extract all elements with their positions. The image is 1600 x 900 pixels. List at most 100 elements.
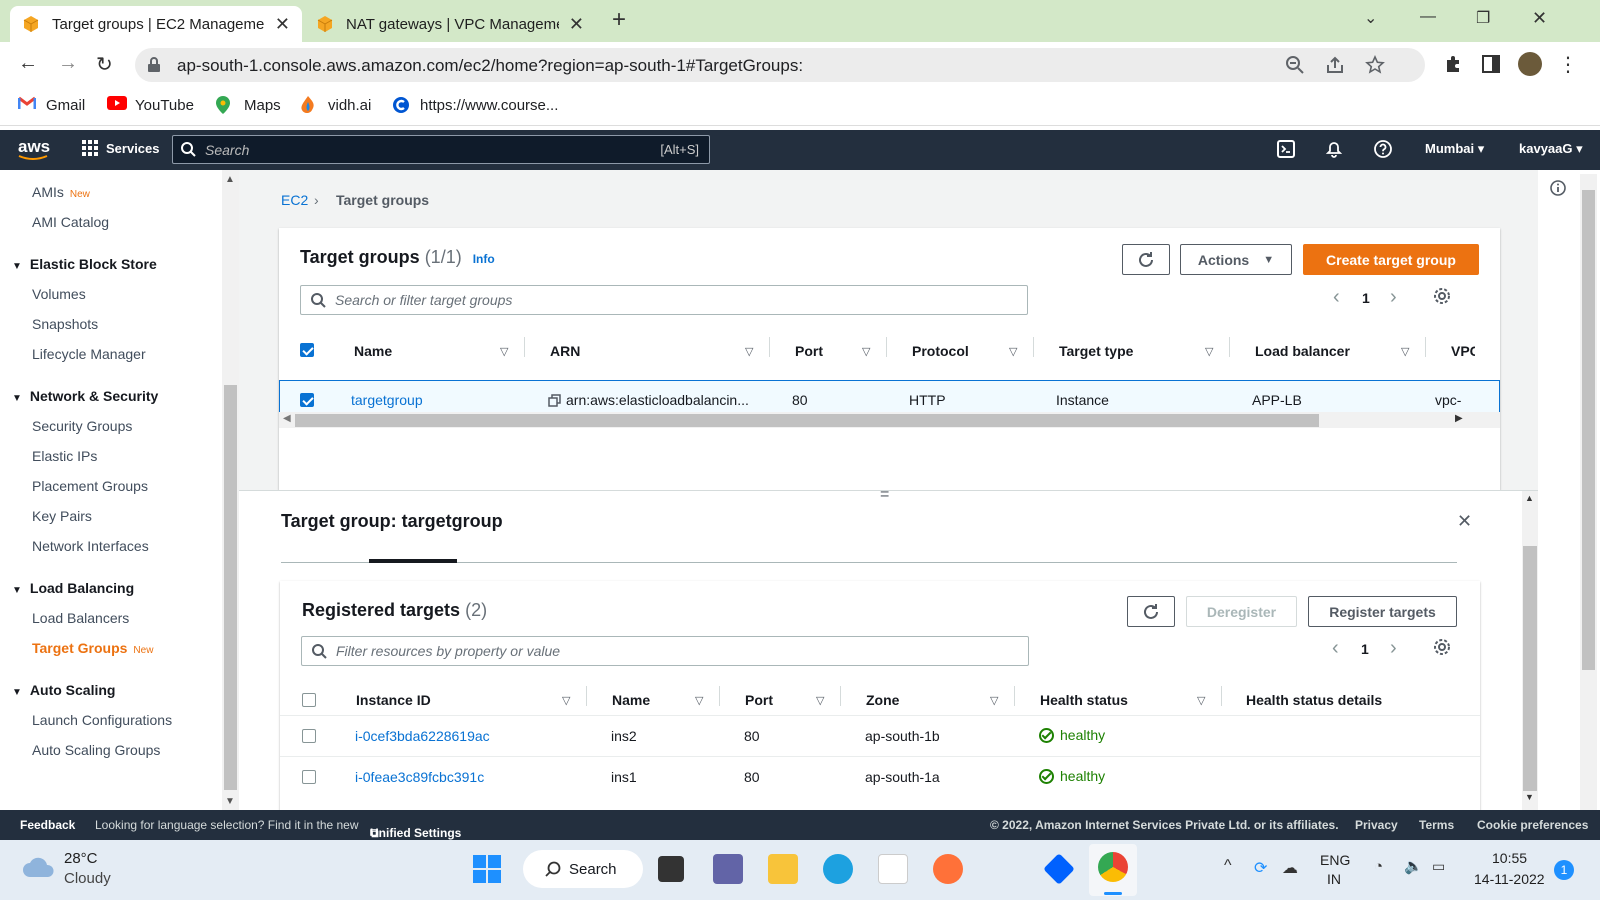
column-divider[interactable] bbox=[886, 337, 887, 357]
clock-time[interactable]: 10:55 bbox=[1492, 850, 1527, 866]
sidebar-item-target-groups[interactable]: Target Groups New bbox=[32, 640, 153, 656]
column-header-target-type[interactable]: Target type bbox=[1059, 343, 1133, 359]
terms-link[interactable]: Terms bbox=[1419, 818, 1454, 832]
close-tab-icon[interactable]: ✕ bbox=[275, 14, 290, 35]
sidebar-item-ami-catalog[interactable]: AMI Catalog bbox=[32, 214, 109, 230]
column-divider[interactable] bbox=[1221, 686, 1222, 706]
firefox-icon[interactable] bbox=[933, 854, 963, 884]
prev-page-icon[interactable]: ‹ bbox=[1333, 286, 1340, 309]
sort-icon[interactable]: ▽ bbox=[695, 694, 703, 707]
amazon-icon[interactable] bbox=[878, 854, 908, 884]
sort-icon[interactable]: ▽ bbox=[1401, 345, 1409, 358]
zoom-icon[interactable] bbox=[1285, 55, 1305, 75]
teams-icon[interactable] bbox=[713, 854, 743, 884]
tab-nat-gateways[interactable]: NAT gateways | VPC Management Console ✕ bbox=[304, 6, 596, 42]
volume-icon[interactable]: 🔈 bbox=[1404, 857, 1423, 875]
column-header-name[interactable]: Name bbox=[354, 343, 392, 359]
scroll-left-icon[interactable]: ◀ bbox=[283, 413, 291, 424]
column-divider[interactable] bbox=[840, 686, 841, 706]
split-panel-scrollbar[interactable]: ▲ ▼ bbox=[1522, 491, 1538, 811]
row-checkbox[interactable] bbox=[302, 770, 316, 784]
address-bar[interactable]: ap-south-1.console.aws.amazon.com/ec2/ho… bbox=[135, 48, 1425, 82]
sidebar-section-ebs[interactable]: ▼ Elastic Block Store bbox=[12, 256, 157, 272]
column-header-vpc[interactable]: VPC bbox=[1451, 343, 1475, 359]
column-divider[interactable] bbox=[524, 337, 525, 357]
dropbox-icon[interactable] bbox=[1043, 853, 1075, 885]
weather-temp[interactable]: 28°C bbox=[64, 850, 98, 867]
sidebar-item-key-pairs[interactable]: Key Pairs bbox=[32, 508, 92, 524]
next-page-icon[interactable]: › bbox=[1390, 637, 1397, 660]
refresh-button[interactable] bbox=[1127, 596, 1175, 627]
clock-date[interactable]: 14-11-2022 bbox=[1474, 871, 1545, 887]
restore-icon[interactable]: ❐ bbox=[1476, 8, 1490, 28]
sidebar-scroll-thumb[interactable] bbox=[224, 385, 237, 790]
scroll-up-icon[interactable]: ▲ bbox=[1525, 493, 1534, 503]
page-scroll-thumb[interactable] bbox=[1582, 190, 1595, 670]
scroll-down-icon[interactable]: ▼ bbox=[1525, 792, 1534, 802]
prev-page-icon[interactable]: ‹ bbox=[1332, 637, 1339, 660]
column-header-port[interactable]: Port bbox=[795, 343, 823, 359]
back-icon[interactable]: ← bbox=[18, 52, 38, 75]
account-menu[interactable]: kavyaaG ▾ bbox=[1519, 141, 1583, 157]
sidebar-item-security-groups[interactable]: Security Groups bbox=[32, 418, 132, 434]
row-checkbox[interactable] bbox=[300, 393, 314, 407]
forward-icon[interactable]: → bbox=[58, 52, 78, 75]
column-header-instance-id[interactable]: Instance ID bbox=[356, 692, 431, 708]
register-targets-button[interactable]: Register targets bbox=[1308, 596, 1457, 627]
column-divider[interactable] bbox=[1229, 337, 1230, 357]
column-header-load-balancer[interactable]: Load balancer bbox=[1255, 343, 1350, 359]
table-row[interactable]: i-0cef3bda6228619ac ins2 80 ap-south-1b … bbox=[280, 716, 1480, 756]
minimize-icon[interactable]: — bbox=[1420, 8, 1436, 26]
scroll-thumb[interactable] bbox=[295, 414, 1319, 427]
sort-icon[interactable]: ▽ bbox=[816, 694, 824, 707]
tab-target-groups[interactable]: Target groups | EC2 Management Console ✕ bbox=[10, 6, 302, 42]
sidebar-section-network-security[interactable]: ▼ Network & Security bbox=[12, 388, 158, 404]
column-header-zone[interactable]: Zone bbox=[866, 692, 899, 708]
copy-icon[interactable] bbox=[548, 394, 561, 407]
bookmark-gmail[interactable]: Gmail bbox=[18, 96, 85, 114]
new-tab-icon[interactable]: + bbox=[612, 6, 626, 34]
column-divider[interactable] bbox=[1425, 337, 1426, 357]
close-tab-icon[interactable]: ✕ bbox=[569, 14, 584, 35]
close-panel-icon[interactable]: ✕ bbox=[1457, 511, 1472, 532]
page-number[interactable]: 1 bbox=[1361, 641, 1369, 657]
chrome-icon[interactable] bbox=[1098, 852, 1128, 882]
battery-icon[interactable]: ▭ bbox=[1432, 858, 1445, 875]
column-header-health-status-details[interactable]: Health status details bbox=[1246, 692, 1382, 708]
sidebar-item-auto-scaling-groups[interactable]: Auto Scaling Groups bbox=[32, 742, 160, 758]
settings-gear-icon[interactable] bbox=[1433, 638, 1451, 656]
instance-id-link[interactable]: i-0cef3bda6228619ac bbox=[355, 728, 490, 744]
onedrive-icon[interactable]: ☁ bbox=[1282, 858, 1298, 878]
sidebar-item-elastic-ips[interactable]: Elastic IPs bbox=[32, 448, 97, 464]
sort-icon[interactable]: ▽ bbox=[990, 694, 998, 707]
weather-desc[interactable]: Cloudy bbox=[64, 870, 111, 887]
tab-search-icon[interactable]: ⌄ bbox=[1364, 8, 1377, 28]
column-divider[interactable] bbox=[719, 686, 720, 706]
sort-icon[interactable]: ▽ bbox=[1197, 694, 1205, 707]
split-scroll-thumb[interactable] bbox=[1523, 546, 1537, 791]
registered-targets-filter-input[interactable]: Filter resources by property or value bbox=[301, 636, 1029, 666]
breadcrumb-ec2[interactable]: EC2 bbox=[281, 192, 308, 208]
sidebar-item-lifecycle-manager[interactable]: Lifecycle Manager bbox=[32, 346, 146, 362]
table-row[interactable]: i-0feae3c89fcbc391c ins1 80 ap-south-1a … bbox=[280, 757, 1480, 797]
target-groups-search-input[interactable]: Search or filter target groups bbox=[300, 285, 1028, 315]
column-divider[interactable] bbox=[1033, 337, 1034, 357]
bookmark-coursera[interactable]: https://www.course... bbox=[392, 96, 558, 114]
sync-icon[interactable]: ⟳ bbox=[1254, 858, 1267, 878]
notification-badge[interactable]: 1 bbox=[1554, 860, 1574, 880]
bookmark-youtube[interactable]: YouTube bbox=[107, 96, 194, 114]
sidebar-item-snapshots[interactable]: Snapshots bbox=[32, 316, 98, 332]
column-header-protocol[interactable]: Protocol bbox=[912, 343, 969, 359]
services-menu-button[interactable]: Services bbox=[82, 140, 160, 156]
sidebar-item-network-interfaces[interactable]: Network Interfaces bbox=[32, 538, 149, 554]
column-divider[interactable] bbox=[1014, 686, 1015, 706]
bell-icon[interactable] bbox=[1325, 140, 1343, 158]
horizontal-scrollbar[interactable]: ◀ ▶ bbox=[279, 412, 1500, 428]
sort-icon[interactable]: ▽ bbox=[562, 694, 570, 707]
info-panel-icon[interactable] bbox=[1550, 180, 1566, 196]
sort-icon[interactable]: ▽ bbox=[1009, 345, 1017, 358]
row-checkbox[interactable] bbox=[302, 729, 316, 743]
star-icon[interactable] bbox=[1365, 55, 1385, 75]
sidebar-section-auto-scaling[interactable]: ▼ Auto Scaling bbox=[12, 682, 115, 698]
actions-button[interactable]: Actions ▼ bbox=[1180, 244, 1292, 275]
